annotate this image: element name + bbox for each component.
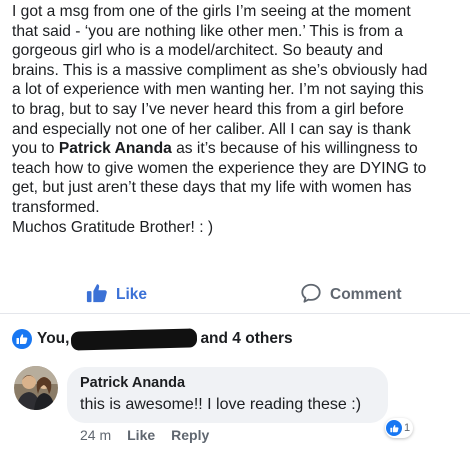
speech-bubble-icon <box>300 282 322 309</box>
post-line: brains. This is a massive compliment as … <box>12 61 428 79</box>
thumbs-up-icon <box>86 282 108 309</box>
comment-reply-link[interactable]: Reply <box>171 427 209 443</box>
redacted-name <box>71 327 198 351</box>
reactions-summary[interactable]: You, and 4 others <box>12 327 293 351</box>
comment-author[interactable]: Patrick Ananda <box>80 375 185 391</box>
comment-label: Comment <box>330 286 402 303</box>
like-label: Like <box>116 286 148 303</box>
post-line: transformed. <box>12 198 100 216</box>
reactors-suffix: and 4 others <box>200 330 293 347</box>
comment-text: this is awesome!! I love reading these :… <box>80 396 362 413</box>
reactors-prefix: You, <box>37 330 70 347</box>
post-body: I got a msg from one of the girls I’m se… <box>12 2 464 237</box>
post-line: gorgeous girl who is a model/architect. … <box>12 42 383 60</box>
divider <box>0 313 470 314</box>
post-line-with-mention: you to Patrick Ananda as it’s because of… <box>12 139 464 159</box>
post-line: that said - ‘you are nothing like other … <box>12 22 403 40</box>
reaction-count: 1 <box>404 422 411 434</box>
post-line: a lot of experience with men wanting her… <box>12 81 424 99</box>
post-line: I got a msg from one of the girls I’m se… <box>12 3 411 20</box>
comment-meta: 24 m Like Reply <box>80 427 225 443</box>
comment-like-link[interactable]: Like <box>127 427 155 443</box>
post-text-fragment: as it’s because of his willingness to <box>171 140 418 158</box>
thumbs-up-icon <box>386 420 402 436</box>
thumbs-up-icon <box>12 329 32 349</box>
comment-bubble: Patrick Ananda this is awesome!! I love … <box>67 367 388 423</box>
post-line: to brag, but to say I’ve never heard thi… <box>12 100 404 118</box>
avatar[interactable] <box>14 366 58 410</box>
post-line: teach how to give women the experience t… <box>12 159 427 177</box>
post-line: get, but just aren’t these days that my … <box>12 179 412 197</box>
post-line: Muchos Gratitude Brother! : ) <box>12 218 214 236</box>
comment-button[interactable]: Comment <box>300 279 401 311</box>
post-line: and especially not one of her caliber. A… <box>12 120 411 138</box>
post-text-fragment: you to <box>12 140 59 158</box>
reactors-text: You, and 4 others <box>37 327 293 351</box>
mention-link[interactable]: Patrick Ananda <box>59 140 172 157</box>
comment-timestamp: 24 m <box>80 427 112 443</box>
like-button[interactable]: Like <box>86 279 147 311</box>
comment-reaction-badge[interactable]: 1 <box>385 418 414 438</box>
post-action-bar: Like Comment <box>0 279 470 311</box>
